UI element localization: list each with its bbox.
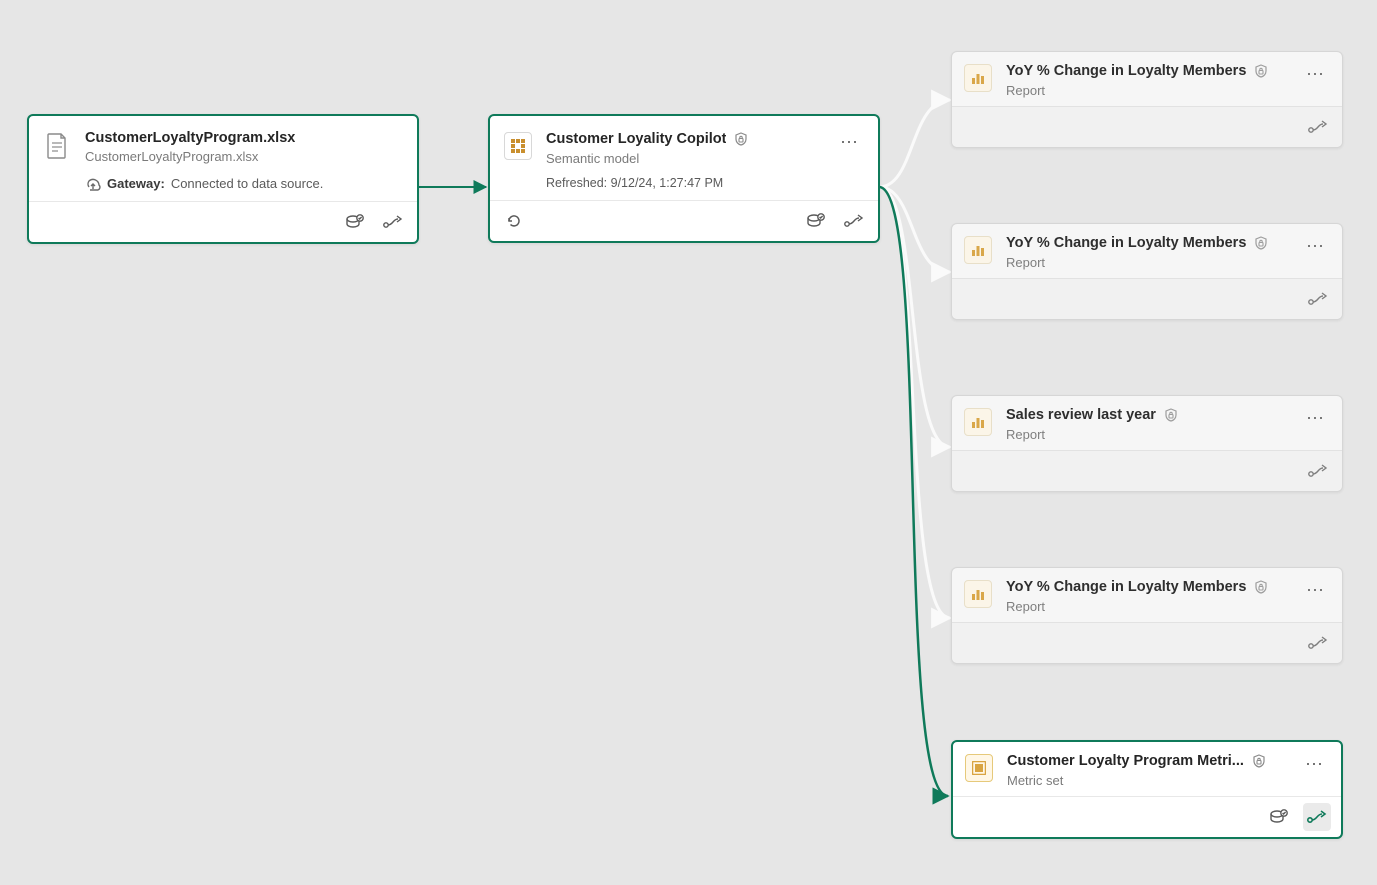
output-card-title: Customer Loyalty Program Metri...	[1007, 753, 1244, 769]
semantic-model-title: Customer Loyality Copilot	[546, 131, 726, 147]
lineage-icon[interactable]	[1304, 285, 1332, 313]
lineage-icon[interactable]	[1304, 629, 1332, 657]
lineage-icon[interactable]	[1304, 457, 1332, 485]
output-card[interactable]: YoY % Change in Loyalty Members Report ⋯	[951, 51, 1343, 148]
output-card-type: Report	[1006, 599, 1288, 614]
lineage-icon[interactable]	[1303, 803, 1331, 831]
gateway-label: Gateway:	[107, 176, 165, 191]
semantic-model-card[interactable]: Customer Loyality Copilot Semantic model…	[488, 114, 880, 243]
more-options-button[interactable]: ⋯	[1302, 62, 1330, 86]
output-card-highlighted[interactable]: Customer Loyalty Program Metri... Metric…	[951, 740, 1343, 839]
semantic-model-icon	[504, 132, 532, 160]
output-card-title: YoY % Change in Loyalty Members	[1006, 235, 1246, 251]
report-icon	[964, 408, 992, 436]
output-card-type: Report	[1006, 427, 1288, 442]
output-card-title: YoY % Change in Loyalty Members	[1006, 579, 1246, 595]
output-card-type: Report	[1006, 83, 1288, 98]
output-card-type: Report	[1006, 255, 1288, 270]
metric-set-icon	[965, 754, 993, 782]
gateway-status-row: Gateway: Connected to data source.	[85, 176, 403, 191]
output-card-type: Metric set	[1007, 773, 1287, 788]
gateway-status-text: Connected to data source.	[171, 176, 324, 191]
source-file-card[interactable]: CustomerLoyaltyProgram.xlsx CustomerLoya…	[27, 114, 419, 244]
credentials-icon[interactable]	[341, 208, 369, 236]
lineage-icon[interactable]	[1304, 113, 1332, 141]
semantic-model-type: Semantic model	[546, 151, 822, 166]
credentials-icon[interactable]	[1265, 803, 1293, 831]
refreshed-label: Refreshed: 9/12/24, 1:27:47 PM	[546, 176, 822, 190]
more-options-button[interactable]: ⋯	[1302, 234, 1330, 258]
refresh-icon[interactable]	[500, 207, 528, 235]
file-icon	[43, 132, 71, 160]
sensitivity-badge-icon	[1162, 406, 1180, 424]
credentials-icon[interactable]	[802, 207, 830, 235]
more-options-button[interactable]: ⋯	[1302, 406, 1330, 430]
more-options-button[interactable]: ⋯	[836, 130, 864, 154]
sensitivity-badge-icon	[1252, 234, 1270, 252]
sensitivity-badge-icon	[732, 130, 750, 148]
more-options-button[interactable]: ⋯	[1301, 752, 1329, 776]
sensitivity-badge-icon	[1250, 752, 1268, 770]
output-card[interactable]: YoY % Change in Loyalty Members Report ⋯	[951, 223, 1343, 320]
source-file-subtitle: CustomerLoyaltyProgram.xlsx	[85, 149, 403, 164]
more-options-button[interactable]: ⋯	[1302, 578, 1330, 602]
report-icon	[964, 580, 992, 608]
sensitivity-badge-icon	[1252, 62, 1270, 80]
output-card-title: Sales review last year	[1006, 407, 1156, 423]
output-card[interactable]: Sales review last year Report ⋯	[951, 395, 1343, 492]
report-icon	[964, 64, 992, 92]
source-file-title: CustomerLoyaltyProgram.xlsx	[85, 130, 295, 146]
output-card-title: YoY % Change in Loyalty Members	[1006, 63, 1246, 79]
sensitivity-badge-icon	[1252, 578, 1270, 596]
lineage-icon[interactable]	[840, 207, 868, 235]
output-card[interactable]: YoY % Change in Loyalty Members Report ⋯	[951, 567, 1343, 664]
lineage-icon[interactable]	[379, 208, 407, 236]
report-icon	[964, 236, 992, 264]
